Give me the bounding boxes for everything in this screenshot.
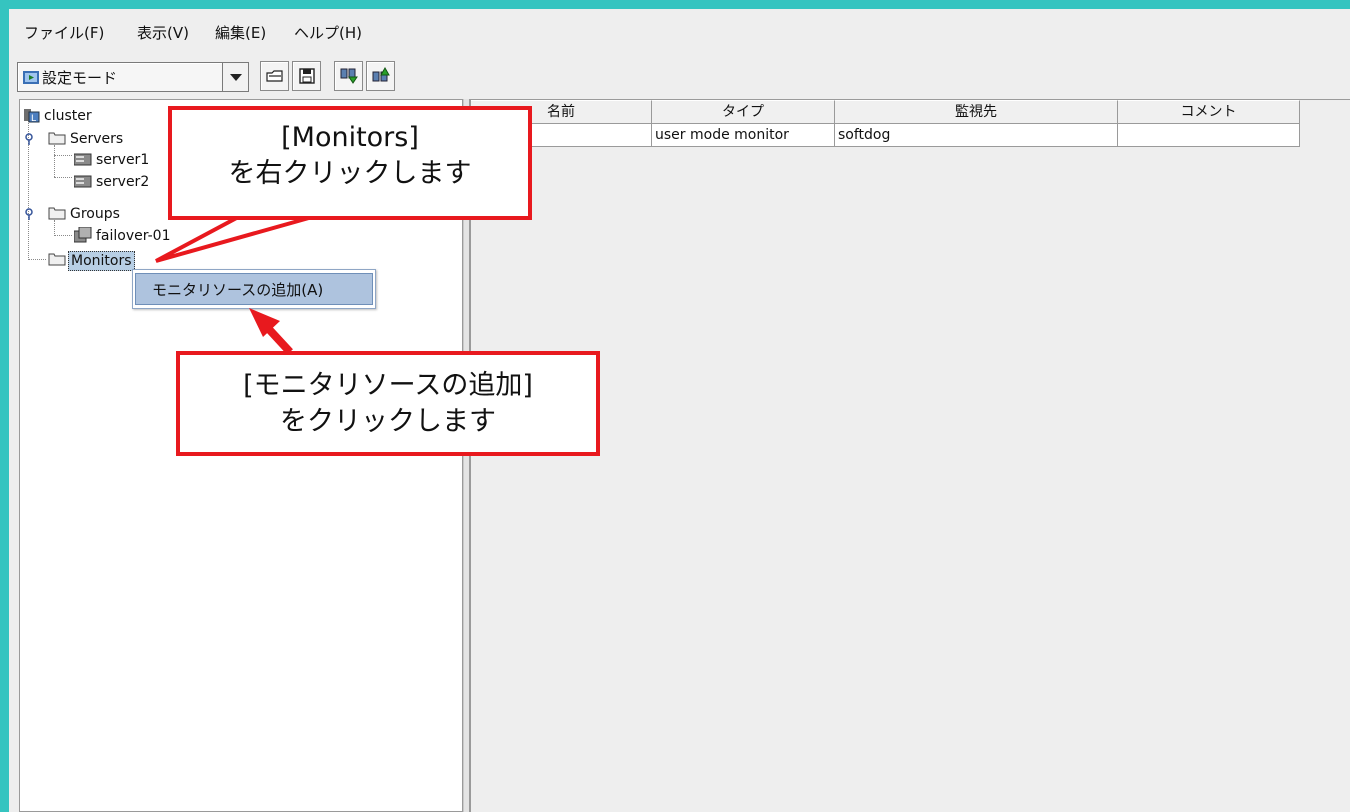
menu-view[interactable]: 表示(V): [137, 23, 189, 43]
folder-icon: [48, 253, 66, 266]
column-header-comment[interactable]: コメント: [1118, 100, 1300, 124]
resource-list-panel: 名前 タイプ 監視先 コメント user mode monitor softdo…: [470, 99, 1350, 812]
cluster-icon: L: [24, 109, 40, 123]
mode-select[interactable]: 設定モード: [17, 62, 249, 92]
callout-add-resource: [モニタリソースの追加] をクリックします: [176, 351, 600, 456]
download-config-icon: [340, 68, 358, 84]
server-icon: [74, 175, 92, 188]
open-button[interactable]: [260, 61, 289, 91]
tree-label-server1: server1: [96, 152, 150, 168]
callout-add-resource-line2: をクリックします: [280, 406, 496, 437]
tree-label-failover-01: failover-01: [96, 228, 171, 244]
callout-add-resource-line1: [モニタリソースの追加]: [243, 370, 533, 401]
save-icon: [299, 68, 315, 84]
table-cell-target[interactable]: softdog: [835, 124, 1118, 147]
failover-group-icon: [74, 227, 92, 243]
menu-bar: ファイル(F) 表示(V) 編集(E) ヘルプ(H): [9, 9, 1350, 49]
expanded-handle-icon: [25, 133, 33, 145]
mode-dropdown-button[interactable]: [222, 63, 248, 91]
tree-label-cluster: cluster: [44, 108, 92, 124]
callout-monitors: [Monitors] を右クリックします: [168, 106, 532, 220]
add-monitor-resource-menu-item[interactable]: モニタリソースの追加(A): [135, 273, 373, 305]
folder-icon: [48, 132, 66, 145]
config-mode-icon: [23, 71, 39, 84]
upload-config-icon: [372, 67, 390, 82]
table-cell-type[interactable]: user mode monitor: [652, 124, 835, 147]
add-monitor-resource-label: モニタリソースの追加(A): [152, 281, 324, 299]
callout-monitors-line2: を右クリックします: [228, 158, 472, 189]
tree-label-monitors: Monitors: [68, 251, 135, 271]
callout-monitors-line1: [Monitors]: [281, 122, 419, 153]
folder-icon: [48, 207, 66, 220]
tree-label-server2: server2: [96, 174, 150, 190]
download-button[interactable]: [334, 61, 363, 91]
tree-label-groups: Groups: [70, 206, 120, 222]
app-window: ファイル(F) 表示(V) 編集(E) ヘルプ(H) 設定モード L clust…: [9, 9, 1350, 812]
context-menu: モニタリソースの追加(A): [132, 269, 376, 309]
table-cell-comment[interactable]: [1118, 124, 1300, 147]
menu-edit[interactable]: 編集(E): [215, 23, 266, 43]
toolbar: 設定モード: [9, 49, 1350, 97]
expanded-handle-icon: [25, 208, 33, 220]
mode-select-value: 設定モード: [42, 69, 118, 87]
column-header-type[interactable]: タイプ: [652, 100, 835, 124]
svg-text:L: L: [31, 114, 36, 123]
open-folder-icon: [266, 70, 283, 82]
server-icon: [74, 153, 92, 166]
column-header-target[interactable]: 監視先: [835, 100, 1118, 124]
save-button[interactable]: [292, 61, 321, 91]
menu-help[interactable]: ヘルプ(H): [294, 23, 362, 43]
tree-label-servers: Servers: [70, 131, 124, 147]
menu-file[interactable]: ファイル(F): [24, 23, 104, 43]
upload-button[interactable]: [366, 61, 395, 91]
